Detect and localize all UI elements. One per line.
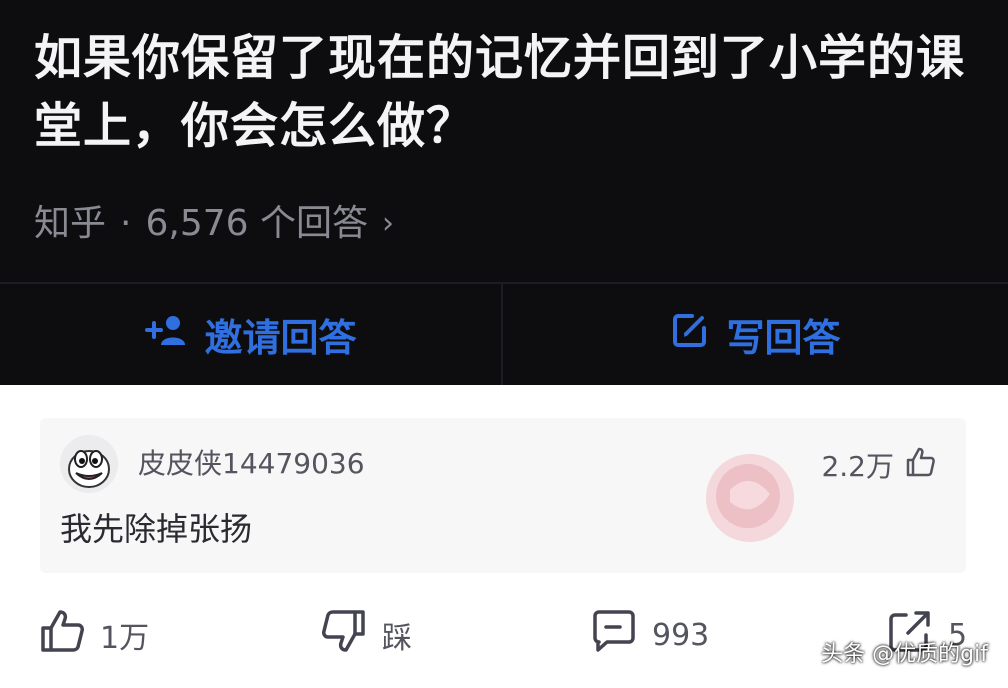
question-title[interactable]: 如果你保留了现在的记忆并回到了小学的课堂上，你会怎么做？: [34, 24, 984, 160]
invite-answer-button[interactable]: 邀请回答: [0, 284, 501, 385]
thumb-up-icon: [904, 446, 936, 487]
write-answer-label: 写回答: [726, 316, 841, 360]
add-person-icon: [144, 312, 188, 357]
edit-icon: [670, 310, 710, 359]
like-button[interactable]: 1万: [38, 600, 149, 670]
comment-text: 我先除掉张扬: [60, 510, 253, 548]
watermark: 头条 @优质的gif: [821, 642, 988, 667]
source-label: 知乎: [34, 203, 107, 244]
write-answer-button[interactable]: 写回答: [503, 284, 1008, 385]
like-count: 1万: [100, 621, 150, 656]
comment-like-count: 2.2万: [821, 449, 894, 483]
comment-likes[interactable]: 2.2万: [821, 446, 936, 487]
comment-icon: [590, 607, 638, 663]
comment-button[interactable]: 993: [590, 600, 709, 670]
chevron-right-icon: ›: [381, 206, 394, 241]
meta-separator: ·: [120, 203, 132, 244]
answer-count: 6,576 个回答: [145, 203, 368, 244]
thumb-down-icon: [320, 607, 368, 663]
dislike-label: 踩: [382, 621, 412, 656]
question-meta[interactable]: 知乎 · 6,576 个回答 ›: [34, 200, 394, 248]
question-header: 如果你保留了现在的记忆并回到了小学的课堂上，你会怎么做？ 知乎 · 6,576 …: [0, 0, 1008, 385]
comment-count: 993: [652, 617, 710, 653]
invite-answer-label: 邀请回答: [204, 316, 357, 360]
avatar[interactable]: [60, 435, 118, 493]
comment-username[interactable]: 皮皮侠14479036: [138, 446, 365, 482]
dislike-button[interactable]: 踩: [320, 600, 412, 670]
thumb-up-icon: [38, 607, 86, 663]
stamp-decoration: [700, 450, 800, 546]
